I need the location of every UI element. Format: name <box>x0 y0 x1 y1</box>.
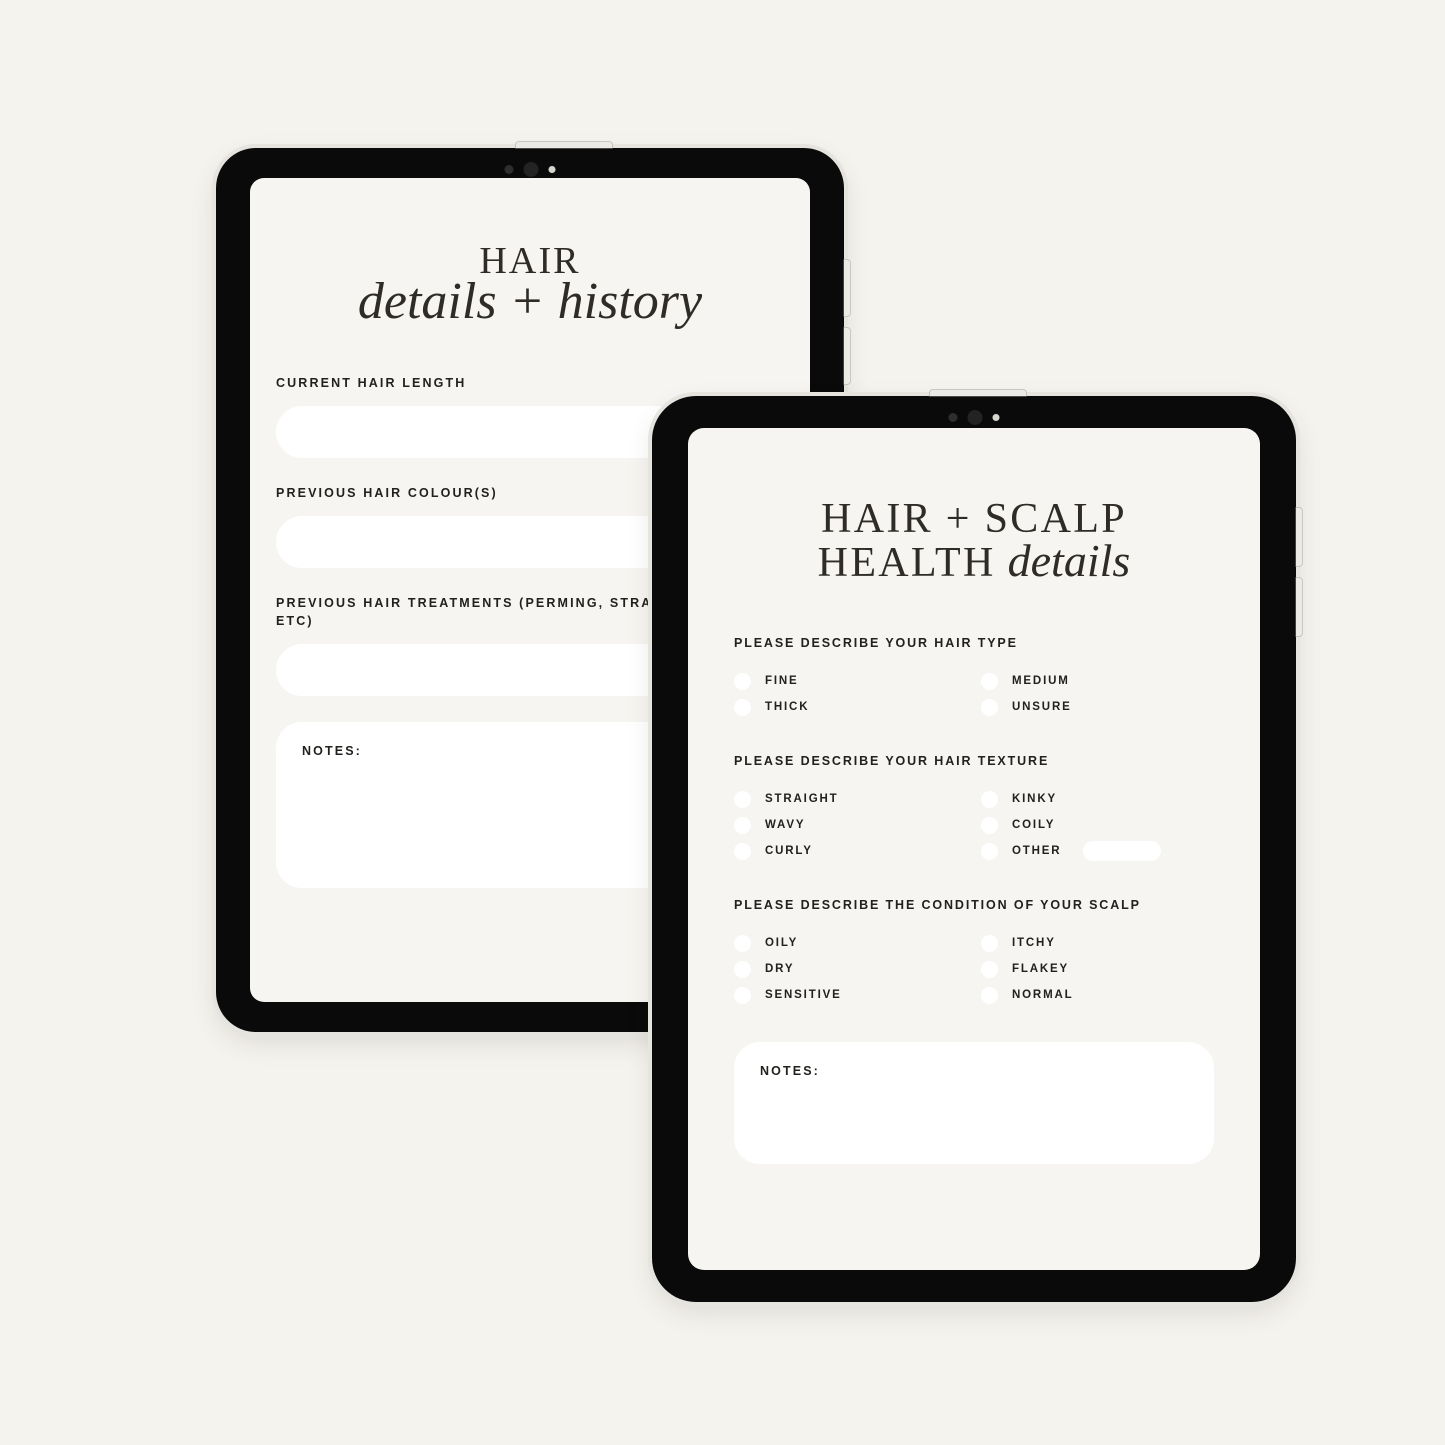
option-grid: FINE THICK MEDIUM UNSURE <box>734 668 1214 720</box>
option-label: UNSURE <box>1012 701 1072 713</box>
radio-icon[interactable] <box>734 790 751 808</box>
option-column-left: OILY DRY SENSITIVE <box>734 930 967 1008</box>
option-straight[interactable]: STRAIGHT <box>734 786 967 812</box>
volume-up-button[interactable] <box>844 260 850 316</box>
option-label: FINE <box>765 675 799 687</box>
section-heading: PLEASE DESCRIBE YOUR HAIR TYPE <box>734 636 1018 650</box>
other-text-input[interactable] <box>1083 841 1162 861</box>
sensor-dot-icon <box>548 165 556 173</box>
option-other[interactable]: OTHER <box>981 838 1214 864</box>
radio-icon[interactable] <box>734 698 751 716</box>
section-hair-texture: PLEASE DESCRIBE YOUR HAIR TEXTURE STRAIG… <box>734 754 1214 864</box>
option-label: COILY <box>1012 819 1056 831</box>
option-kinky[interactable]: KINKY <box>981 786 1214 812</box>
option-itchy[interactable]: ITCHY <box>981 930 1214 956</box>
option-label: SENSITIVE <box>765 989 842 1001</box>
option-column-right: MEDIUM UNSURE <box>981 668 1214 720</box>
radio-icon[interactable] <box>981 698 998 716</box>
radio-icon[interactable] <box>981 790 998 808</box>
radio-icon[interactable] <box>981 816 998 834</box>
tablet-screen-front: HAIR + SCALP HEALTH details PLEASE DESCR… <box>688 428 1260 1270</box>
notes-label: NOTES: <box>760 1064 820 1078</box>
option-label: KINKY <box>1012 793 1057 805</box>
volume-down-button[interactable] <box>844 328 850 384</box>
option-label: FLAKEY <box>1012 963 1070 975</box>
option-normal[interactable]: NORMAL <box>981 982 1214 1008</box>
option-label: ITCHY <box>1012 937 1056 949</box>
option-label: WAVY <box>765 819 806 831</box>
option-medium[interactable]: MEDIUM <box>981 668 1214 694</box>
option-unsure[interactable]: UNSURE <box>981 694 1214 720</box>
option-thick[interactable]: THICK <box>734 694 967 720</box>
option-wavy[interactable]: WAVY <box>734 812 967 838</box>
radio-icon[interactable] <box>981 934 998 952</box>
option-column-left: STRAIGHT WAVY CURLY <box>734 786 967 864</box>
camera-dot-icon <box>504 164 514 174</box>
power-button[interactable] <box>930 390 1026 396</box>
field-label: CURRENT HAIR LENGTH <box>276 376 467 390</box>
tablet-device-front: HAIR + SCALP HEALTH details PLEASE DESCR… <box>652 390 1302 1302</box>
sensor-dot-icon <box>992 413 1000 421</box>
radio-icon[interactable] <box>734 986 751 1004</box>
radio-icon[interactable] <box>981 842 998 860</box>
radio-icon[interactable] <box>981 672 998 690</box>
option-dry[interactable]: DRY <box>734 956 967 982</box>
page-title-line2: HEALTH details <box>688 535 1260 586</box>
option-fine[interactable]: FINE <box>734 668 967 694</box>
radio-icon[interactable] <box>734 816 751 834</box>
radio-icon[interactable] <box>734 934 751 952</box>
page-title-italic: details + history <box>357 273 703 330</box>
scene: HAIR details + history CURRENT HAIR LENG… <box>0 0 1445 1445</box>
radio-icon[interactable] <box>981 960 998 978</box>
option-grid: STRAIGHT WAVY CURLY KINKY COILY OTHER <box>734 786 1214 864</box>
section-hair-type: PLEASE DESCRIBE YOUR HAIR TYPE FINE THIC… <box>734 636 1214 720</box>
option-column-right: KINKY COILY OTHER <box>981 786 1214 864</box>
radio-icon[interactable] <box>734 842 751 860</box>
option-label: THICK <box>765 701 810 713</box>
option-grid: OILY DRY SENSITIVE ITCHY FLAKEY NORMAL <box>734 930 1214 1008</box>
option-label: OTHER <box>1012 845 1062 857</box>
section-heading: PLEASE DESCRIBE THE CONDITION OF YOUR SC… <box>734 898 1141 912</box>
option-sensitive[interactable]: SENSITIVE <box>734 982 967 1008</box>
volume-up-button[interactable] <box>1296 508 1302 566</box>
option-column-left: FINE THICK <box>734 668 967 720</box>
option-label: CURLY <box>765 845 813 857</box>
option-label: NORMAL <box>1012 989 1074 1001</box>
radio-icon[interactable] <box>734 960 751 978</box>
page-title-hair-scalp-health: HAIR + SCALP HEALTH details <box>688 498 1260 584</box>
page-title-line2-caps: HEALTH <box>817 540 996 586</box>
camera-lens-icon <box>523 161 539 177</box>
camera-dot-icon <box>948 412 958 422</box>
option-column-right: ITCHY FLAKEY NORMAL <box>981 930 1214 1008</box>
camera-cluster <box>504 161 556 177</box>
form-page-hair-scalp-health: HAIR + SCALP HEALTH details PLEASE DESCR… <box>688 428 1260 1270</box>
volume-down-button[interactable] <box>1296 578 1302 636</box>
option-flakey[interactable]: FLAKEY <box>981 956 1214 982</box>
camera-lens-icon <box>967 409 983 425</box>
question-sections: PLEASE DESCRIBE YOUR HAIR TYPE FINE THIC… <box>734 636 1214 1164</box>
radio-icon[interactable] <box>981 986 998 1004</box>
page-title-line2-italic: details <box>1007 535 1131 586</box>
page-title-hair-details: HAIR details + history <box>250 242 810 328</box>
section-scalp-condition: PLEASE DESCRIBE THE CONDITION OF YOUR SC… <box>734 898 1214 1008</box>
section-heading: PLEASE DESCRIBE YOUR HAIR TEXTURE <box>734 754 1050 768</box>
camera-cluster <box>948 409 1000 425</box>
radio-icon[interactable] <box>734 672 751 690</box>
notes-label: NOTES: <box>302 744 362 758</box>
page-title-line1: HAIR + SCALP <box>821 496 1127 542</box>
option-label: DRY <box>765 963 795 975</box>
option-label: MEDIUM <box>1012 675 1070 687</box>
power-button[interactable] <box>516 142 612 148</box>
option-oily[interactable]: OILY <box>734 930 967 956</box>
notes-box[interactable]: NOTES: <box>734 1042 1214 1164</box>
option-label: STRAIGHT <box>765 793 839 805</box>
option-curly[interactable]: CURLY <box>734 838 967 864</box>
option-coily[interactable]: COILY <box>981 812 1214 838</box>
option-label: OILY <box>765 937 799 949</box>
